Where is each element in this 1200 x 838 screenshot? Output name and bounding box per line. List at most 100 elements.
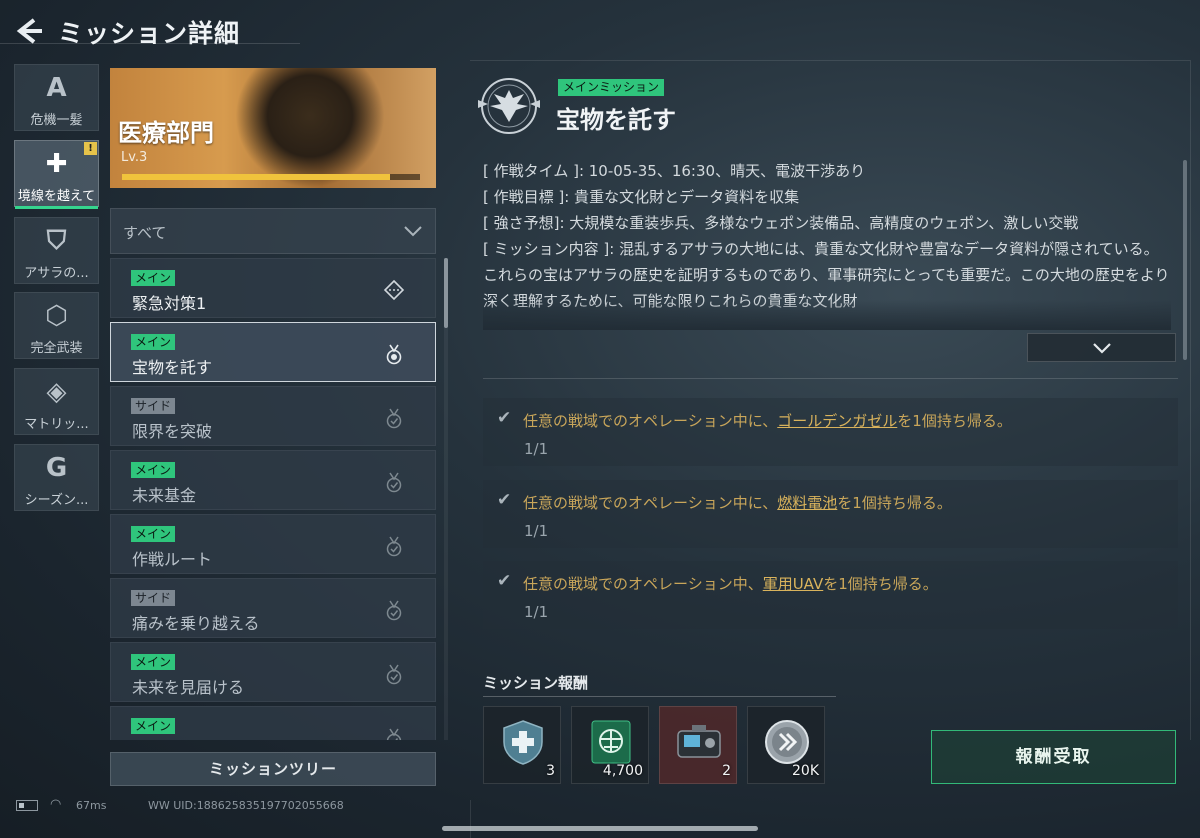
objective-item-link[interactable]: 軍用UAV	[763, 575, 824, 593]
mission-title: 宝物を託す	[556, 106, 676, 134]
completed-medal-icon	[386, 472, 402, 493]
equipment-case-icon	[677, 725, 721, 758]
wifi-icon: ◠	[50, 797, 62, 812]
rail-item-fully-armed[interactable]: ⬡ 完全武装	[14, 292, 99, 359]
mission-list-item[interactable]: サイド 限界を突破	[110, 386, 436, 446]
completed-medal-icon	[386, 600, 402, 621]
mission-list-item[interactable]: メイン未来を見届ける	[110, 642, 436, 702]
objective-progress: 1/1	[524, 522, 549, 540]
mission-tag: メイン	[131, 334, 176, 350]
division-progress-fill	[122, 174, 391, 180]
objective-progress: 1/1	[524, 440, 549, 458]
rail-diamond-icon: ◈	[46, 377, 67, 407]
rail-item-asara[interactable]: ⛉ アサラの...	[14, 217, 99, 284]
home-indicator[interactable]	[442, 826, 758, 831]
mission-list-item[interactable]: メイン 未来基金	[110, 450, 436, 510]
locate-target-icon	[383, 279, 405, 301]
mission-tag: サイド	[131, 398, 176, 414]
rail-item-matrix[interactable]: ◈ マトリッ...	[14, 368, 99, 435]
chevron-down-icon	[1093, 343, 1111, 354]
desc-fade	[483, 300, 1171, 330]
mission-list-item[interactable]: メイン	[110, 706, 436, 740]
reward-coin[interactable]: 20K	[747, 706, 825, 784]
chevron-down-icon	[404, 226, 422, 237]
rail-item-label: 境線を越えて	[17, 189, 96, 204]
objective-item-link[interactable]: ゴールデンガゼル	[777, 412, 897, 430]
expand-description-button[interactable]	[1027, 333, 1176, 362]
rail-hex-icon: ⬡	[45, 301, 68, 331]
silver-coin-icon	[765, 720, 809, 764]
rail-item-label: 完全武装	[30, 341, 83, 356]
desc-scrollbar[interactable]	[1183, 160, 1187, 360]
reward-count: 4,700	[602, 763, 643, 779]
rail-item-label: マトリッ...	[24, 417, 89, 432]
list-scrollbar[interactable]	[444, 258, 448, 328]
reward-count: 20K	[792, 763, 819, 779]
back-arrow-icon[interactable]	[14, 16, 44, 46]
mission-list-item[interactable]: メイン 緊急対策1	[110, 258, 436, 318]
division-progress-bar	[122, 174, 420, 180]
medical-shield-icon	[503, 720, 543, 765]
division-level: Lv.3	[121, 150, 148, 165]
user-uid: WW UID:18862583519770205566​8	[148, 799, 344, 812]
completed-medal-icon	[386, 728, 402, 740]
objective-item: ✔ 任意の戦域でのオペレーション中、軍用UAVを1個持ち帰る。 1/1	[483, 561, 1178, 629]
filter-dropdown[interactable]: すべて	[110, 208, 436, 254]
rail-item-season[interactable]: G シーズン...	[14, 444, 99, 511]
mission-name: 限界を突破	[132, 422, 213, 441]
ping-value: 67ms	[76, 799, 107, 812]
reward-case[interactable]: 2	[659, 706, 737, 784]
completed-medal-icon	[386, 536, 402, 557]
mission-list: メイン 緊急対策1 メイン 宝物を託す サイド 限界を突破 メイン 未来基金 メイン 作戦ルートサ…	[110, 256, 436, 740]
reward-count: 2	[722, 763, 731, 779]
mission-tag: メイン	[131, 462, 176, 478]
claim-rewards-button[interactable]: 報酬受取	[931, 730, 1176, 784]
rail-item-label: 危機一髪	[30, 113, 83, 128]
mission-name: 宝物を託す	[132, 358, 213, 377]
list-scroll-track	[444, 258, 448, 740]
mission-name: 未来基金	[132, 486, 197, 505]
desc-strength: [ 強さ予想]: 大規模な重装歩兵、多様なウェポン装備品、高精度のウェポン、激し…	[483, 214, 1079, 232]
battery-level	[19, 803, 24, 808]
division-artwork	[235, 68, 385, 188]
objective-text: 任意の戦域でのオペレーション中に、ゴールデンガゼルを1個持ち帰る。	[523, 412, 1012, 430]
completed-medal-icon	[386, 664, 402, 685]
mission-tree-button[interactable]: ミッションツリー	[110, 752, 436, 786]
mission-name: 緊急対策1	[132, 294, 207, 313]
rail-g-icon: G	[45, 453, 68, 483]
objective-item: ✔ 任意の戦域でのオペレーション中に、燃料電池を1個持ち帰る。 1/1	[483, 480, 1178, 548]
rail-item-borderline[interactable]: ✚ 境線を越えて !	[14, 140, 99, 209]
reward-medical[interactable]: 3	[483, 706, 561, 784]
rewards-divider	[483, 696, 836, 697]
battery-icon	[16, 800, 38, 811]
objective-text: 任意の戦域でのオペレーション中、軍用UAVを1個持ち帰る。	[523, 575, 938, 593]
mission-tag: メイン	[131, 654, 176, 670]
check-icon: ✔	[497, 571, 512, 591]
reward-count: 3	[546, 763, 555, 779]
mission-name: 未来を見届ける	[132, 678, 245, 697]
mission-list-item[interactable]: メイン 作戦ルート	[110, 514, 436, 574]
mission-tag: メイン	[131, 526, 176, 542]
header: ミッション詳細	[0, 0, 1200, 60]
mission-list-item[interactable]: サイド痛みを乗り越える	[110, 578, 436, 638]
rail-item-crisis[interactable]: A 危機一髪	[14, 64, 99, 131]
section-divider	[483, 378, 1178, 379]
mission-name: 痛みを乗り越える	[132, 614, 260, 633]
mission-list-item[interactable]: メイン 宝物を託す	[110, 322, 436, 382]
mission-tag: メイン	[131, 718, 176, 734]
objective-text: 任意の戦域でのオペレーション中に、燃料電池を1個持ち帰る。	[523, 494, 952, 512]
rail-shield-icon: ⛉	[46, 226, 67, 256]
division-card: 医療部門 Lv.3	[110, 68, 436, 188]
mission-tag: サイド	[131, 590, 176, 606]
objective-item-link[interactable]: 燃料電池	[777, 494, 837, 512]
header-divider	[0, 43, 300, 44]
mission-name: 作戦ルート	[132, 550, 213, 569]
desc-time: [ 作戦タイム ]: 10-05-35、16:30、晴天、電波干渉あり	[483, 162, 866, 180]
check-icon: ✔	[497, 490, 512, 510]
filter-value: すべて	[123, 224, 167, 242]
rail-item-label: アサラの...	[24, 266, 89, 281]
reward-drone[interactable]: 4,700	[571, 706, 649, 784]
mission-type-tag: メインミッション	[558, 79, 665, 96]
objective-progress: 1/1	[524, 603, 549, 621]
rail-a-icon: A	[46, 73, 67, 103]
